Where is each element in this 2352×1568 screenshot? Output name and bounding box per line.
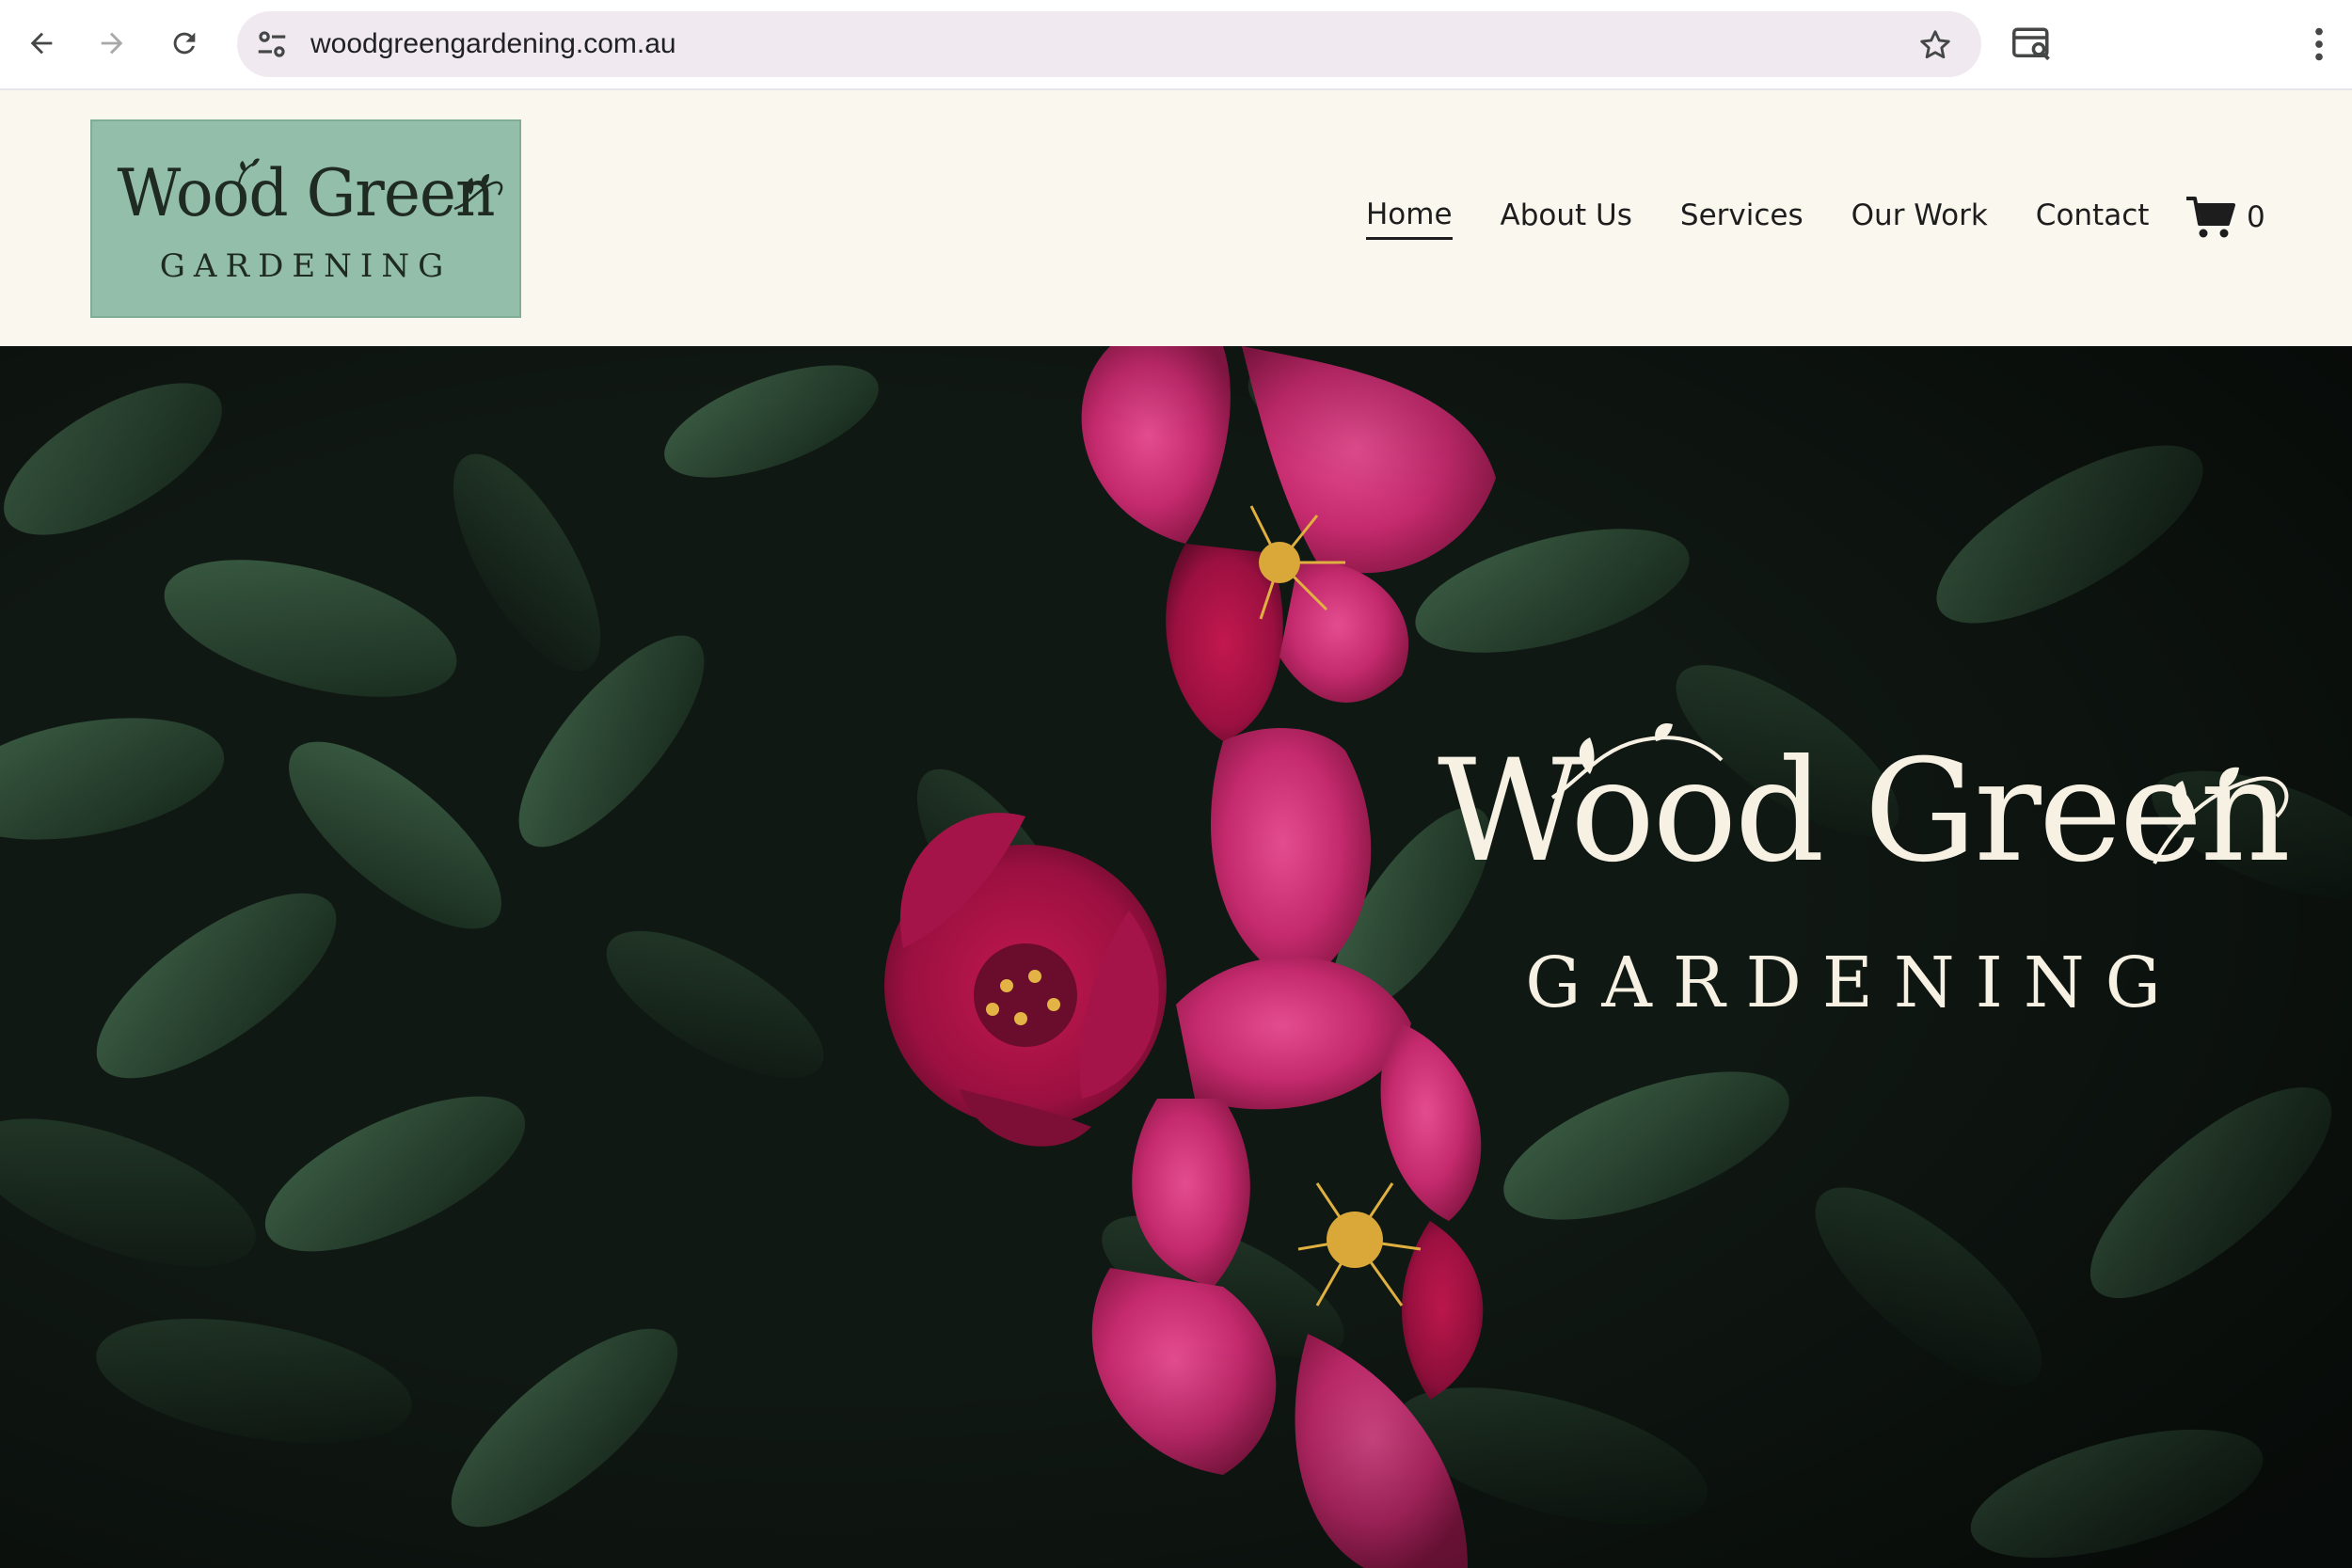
site-info-icon[interactable] (254, 26, 290, 62)
address-bar[interactable]: woodgreengardening.com.au (237, 11, 1981, 77)
cart-button[interactable]: 0 (2185, 194, 2265, 241)
arrow-left-icon (30, 32, 53, 55)
logo-subtitle: GARDENING (159, 247, 453, 285)
nav-services[interactable]: Services (1680, 198, 1804, 238)
nav-about-us[interactable]: About Us (1501, 198, 1632, 238)
search-tab-icon[interactable] (2010, 24, 2054, 64)
bookmark-star-icon[interactable] (1917, 27, 1953, 63)
browser-toolbar: woodgreengardening.com.au (0, 0, 2352, 90)
arrow-right-icon (101, 32, 123, 55)
forward-button[interactable] (89, 21, 135, 66)
hero-section: Wood Green GARDENING (0, 346, 2352, 1568)
hero-subtitle: GARDENING (1525, 942, 2182, 1023)
main-navigation: Home About Us Services Our Work Contact (1366, 196, 2149, 241)
reload-icon (173, 32, 196, 55)
cart-icon (2186, 197, 2235, 238)
nav-contact[interactable]: Contact (2036, 198, 2150, 238)
site-logo[interactable]: Wood Green GARDENING (90, 119, 521, 318)
url-text[interactable]: woodgreengardening.com.au (310, 11, 676, 77)
reload-button[interactable] (162, 21, 207, 66)
site-header: Wood Green GARDENING Home About Us Servi… (0, 90, 2352, 346)
leaf-sprig-icon (2153, 767, 2289, 864)
leaf-sprig-icon (1550, 722, 1724, 800)
nav-home[interactable]: Home (1366, 198, 1453, 240)
leaf-sprig-icon (237, 158, 260, 184)
leaf-sprig-icon (453, 174, 503, 211)
cart-count: 0 (2247, 200, 2265, 234)
back-button[interactable] (19, 21, 64, 66)
more-vert-icon[interactable] (2305, 23, 2333, 66)
nav-our-work[interactable]: Our Work (1851, 198, 1988, 238)
